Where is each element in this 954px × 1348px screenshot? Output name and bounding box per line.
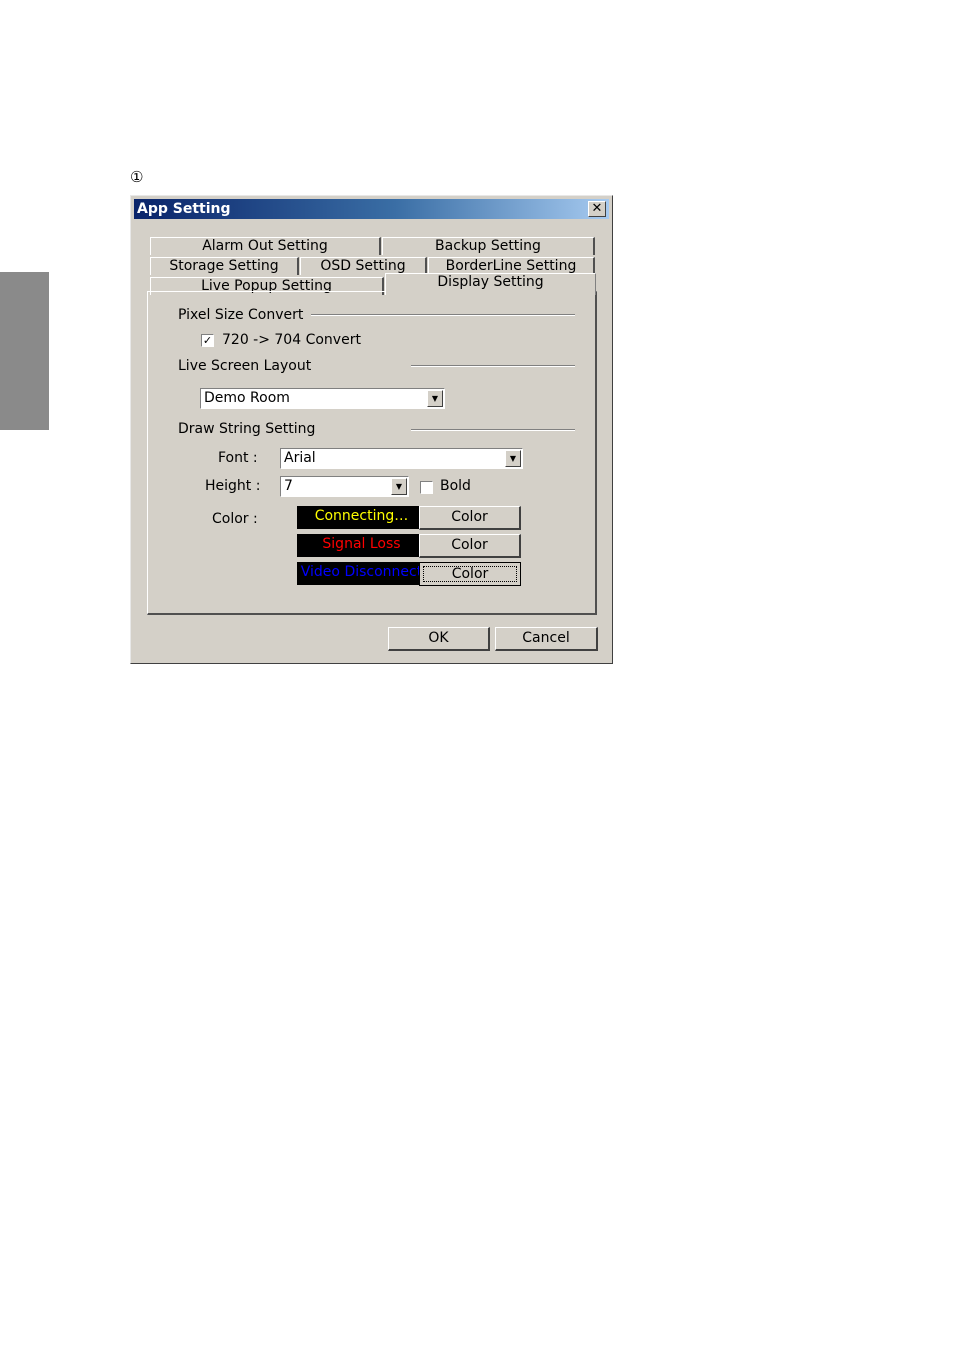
font-label: Font :: [218, 450, 258, 466]
focus-ring: [423, 566, 517, 582]
chevron-down-icon[interactable]: ▼: [427, 390, 443, 407]
display-setting-panel: Pixel Size Convert ✓ 720 -> 704 Convert …: [147, 291, 597, 615]
chevron-down-icon[interactable]: ▼: [505, 450, 521, 467]
layout-select[interactable]: Demo Room ▼: [200, 388, 445, 409]
cancel-button[interactable]: Cancel: [495, 627, 598, 651]
bold-checkbox-label: Bold: [440, 478, 471, 494]
bold-checkbox[interactable]: [420, 481, 433, 494]
draw-string-divider: [411, 429, 575, 431]
live-screen-divider: [411, 365, 575, 367]
font-select-value: Arial: [284, 450, 316, 466]
convert-checkbox-label: 720 -> 704 Convert: [222, 332, 361, 348]
signal-loss-color-preview: Signal Loss: [297, 534, 426, 557]
connecting-color-button[interactable]: Color: [419, 506, 521, 530]
font-select[interactable]: Arial ▼: [280, 448, 523, 469]
video-disconnect-color-preview: Video Disconnect: [297, 562, 426, 585]
tab-backup-setting[interactable]: Backup Setting: [382, 237, 595, 255]
side-section-tab: [0, 272, 49, 430]
app-setting-dialog: App Setting ✕ Alarm Out Setting Backup S…: [130, 195, 613, 664]
close-icon[interactable]: ✕: [588, 201, 606, 217]
tab-alarm-out-setting[interactable]: Alarm Out Setting: [150, 237, 381, 255]
height-select-value: 7: [284, 478, 293, 494]
connecting-color-preview: Connecting…: [297, 506, 426, 529]
layout-select-value: Demo Room: [204, 390, 290, 406]
dialog-title: App Setting: [137, 201, 231, 217]
pixel-size-divider: [311, 314, 575, 316]
live-screen-layout-title: Live Screen Layout: [178, 358, 312, 374]
ok-button[interactable]: OK: [388, 627, 490, 651]
height-label: Height :: [205, 478, 261, 494]
color-label: Color :: [212, 511, 258, 527]
video-disconnect-color-button[interactable]: Color: [419, 562, 521, 586]
chevron-down-icon[interactable]: ▼: [391, 478, 407, 495]
tab-display-setting[interactable]: Display Setting: [385, 273, 596, 295]
signal-loss-color-button[interactable]: Color: [419, 534, 521, 558]
pixel-size-convert-title: Pixel Size Convert: [178, 307, 304, 323]
title-bar[interactable]: App Setting ✕: [134, 199, 609, 219]
draw-string-title: Draw String Setting: [178, 421, 316, 437]
convert-checkbox[interactable]: ✓: [201, 334, 214, 347]
tab-storage-setting[interactable]: Storage Setting: [150, 257, 299, 275]
height-select[interactable]: 7 ▼: [280, 476, 409, 497]
step-marker: ①: [130, 168, 144, 186]
